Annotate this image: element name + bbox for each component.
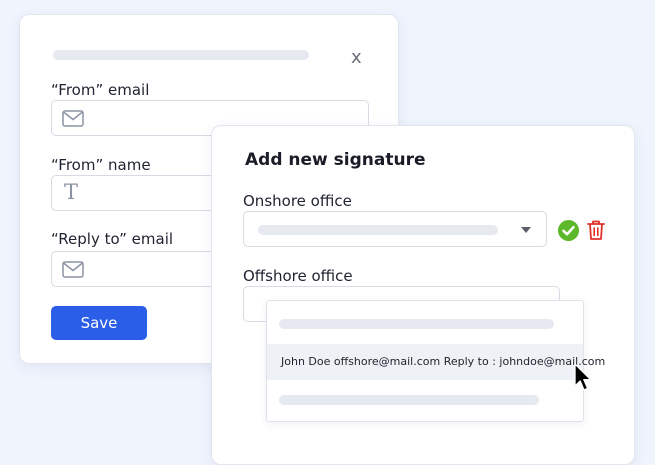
header-placeholder-bar [53, 50, 309, 60]
offshore-dropdown-menu: John Doe offshore@mail.com Reply to : jo… [266, 300, 605, 422]
check-circle-icon[interactable] [558, 220, 579, 241]
dropdown-option-label: John Doe offshore@mail.com Reply to : jo… [281, 355, 606, 368]
trash-icon[interactable] [586, 219, 606, 241]
from-name-label: “From” name [51, 156, 151, 174]
envelope-icon [62, 110, 84, 127]
envelope-icon [62, 261, 84, 278]
close-button[interactable]: x [351, 47, 362, 69]
onshore-office-label: Onshore office [243, 192, 352, 210]
save-button[interactable]: Save [51, 306, 147, 340]
text-t-icon: T [64, 180, 79, 204]
onshore-office-select[interactable] [243, 211, 547, 247]
offshore-office-label: Offshore office [243, 267, 353, 285]
chevron-down-icon [521, 227, 531, 233]
dropdown-option-selected[interactable]: John Doe offshore@mail.com Reply to : jo… [267, 344, 605, 380]
mouse-cursor-icon [574, 363, 592, 391]
dropdown-option-placeholder[interactable] [279, 319, 554, 329]
from-email-label: “From” email [51, 81, 150, 99]
reply-to-label: “Reply to” email [51, 230, 174, 248]
panel-title: Add new signature [245, 150, 426, 170]
dropdown-option-placeholder[interactable] [279, 395, 539, 405]
select-value-placeholder [258, 225, 498, 235]
